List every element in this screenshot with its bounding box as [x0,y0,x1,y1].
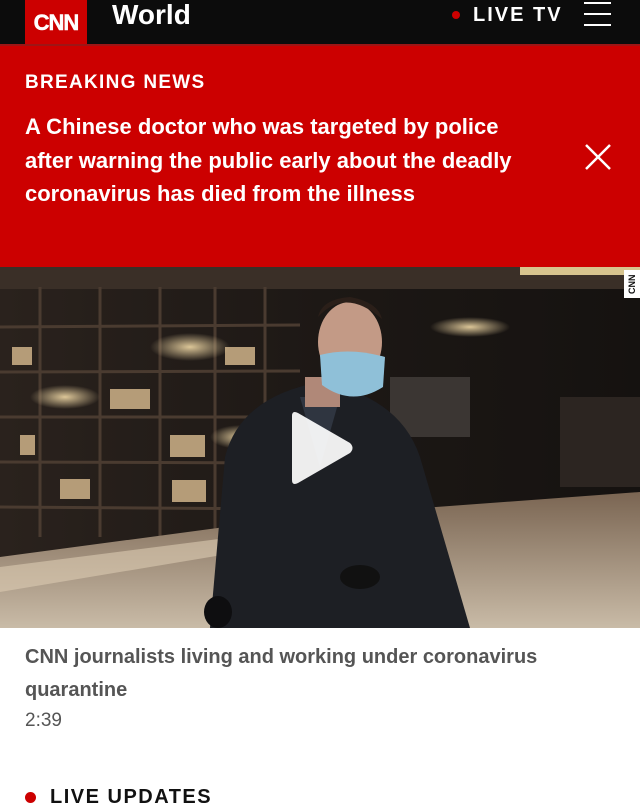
cnn-watermark: CNN [624,270,640,298]
live-tv-button[interactable]: LIVE TV [452,0,563,30]
live-updates-label: LIVE UPDATES [50,786,213,808]
cnn-logo-text: CNN [33,9,79,35]
live-dot-icon [25,792,36,803]
video-duration: 2:39 [25,710,62,731]
breaking-news-banner[interactable]: BREAKING NEWS A Chinese doctor who was t… [0,46,640,267]
play-icon[interactable] [288,410,354,486]
live-tv-label: LIVE TV [473,3,563,26]
breaking-news-label: BREAKING NEWS [25,72,206,93]
section-title[interactable]: World [112,0,191,30]
cnn-logo[interactable]: CNN [25,0,87,45]
live-dot-icon [452,11,460,19]
breaking-news-headline[interactable]: A Chinese doctor who was targeted by pol… [25,110,545,211]
close-icon[interactable] [583,142,613,172]
video-title[interactable]: CNN journalists living and working under… [25,641,605,707]
live-updates-header[interactable]: LIVE UPDATES [25,786,212,809]
top-navigation-bar: CNN World LIVE TV [0,0,640,45]
hamburger-menu-icon[interactable] [584,2,611,26]
